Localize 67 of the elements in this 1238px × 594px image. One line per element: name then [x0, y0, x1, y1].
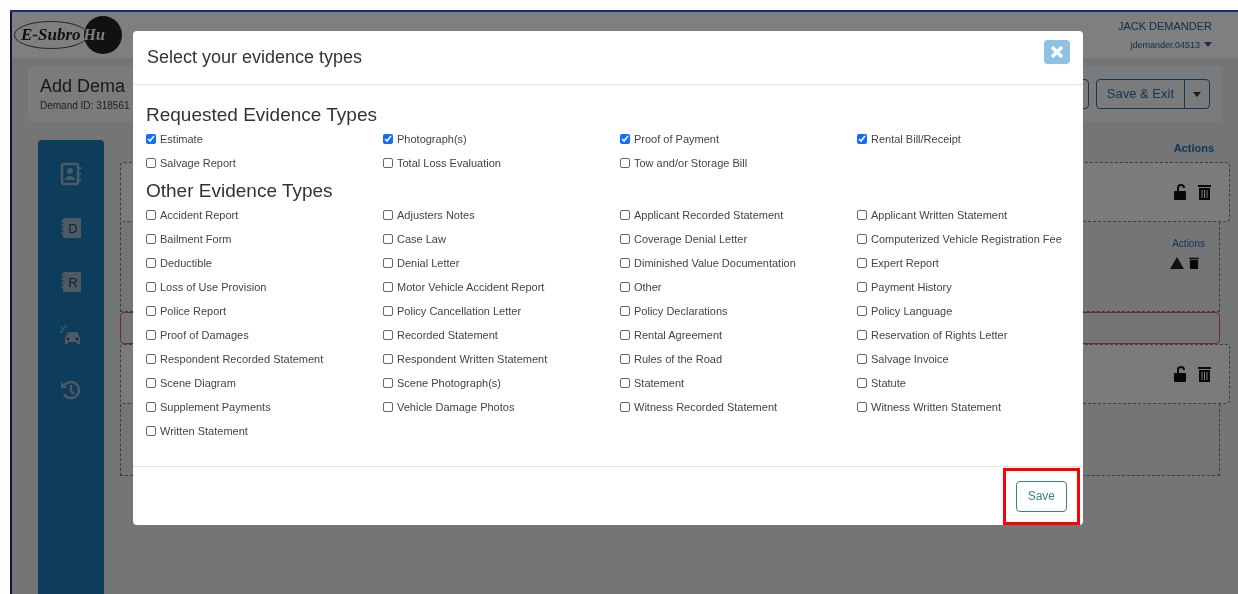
- unlock-icon[interactable]: [1174, 184, 1188, 200]
- evidence-checkbox[interactable]: Rental Bill/Receipt: [857, 127, 1094, 151]
- evidence-checkbox[interactable]: Deductible: [146, 251, 383, 275]
- evidence-checkbox[interactable]: Loss of Use Provision: [146, 275, 383, 299]
- page-title: Add Dema: [40, 75, 127, 98]
- evidence-checkbox[interactable]: Case Law: [383, 227, 620, 251]
- trash-icon[interactable]: [1198, 366, 1211, 382]
- evidence-checkbox[interactable]: Respondent Written Statement: [383, 347, 620, 371]
- evidence-checkbox[interactable]: Salvage Report: [146, 151, 383, 175]
- evidence-checkbox[interactable]: Denial Letter: [383, 251, 620, 275]
- evidence-checkbox[interactable]: Applicant Recorded Statement: [620, 203, 857, 227]
- caret-icon: [1193, 91, 1201, 97]
- evidence-checkbox[interactable]: Statute: [857, 371, 1094, 395]
- evidence-checkbox[interactable]: Scene Photograph(s): [383, 371, 620, 395]
- user-name: JACK DEMANDER: [1117, 19, 1212, 34]
- evidence-checkbox[interactable]: Scene Diagram: [146, 371, 383, 395]
- section-heading: Requested Evidence Types: [146, 103, 378, 127]
- evidence-checkbox[interactable]: Policy Cancellation Letter: [383, 299, 620, 323]
- checkmark-icon: [621, 135, 629, 143]
- unlock-icon[interactable]: [1174, 366, 1188, 382]
- evidence-checkbox[interactable]: Adjusters Notes: [383, 203, 620, 227]
- column-header: Actions: [1173, 141, 1214, 156]
- evidence-checkbox[interactable]: Police Report: [146, 299, 383, 323]
- user-menu[interactable]: jdemander.04513: [1130, 38, 1212, 52]
- evidence-checkbox[interactable]: Proof of Damages: [146, 323, 383, 347]
- evidence-checkbox[interactable]: Computerized Vehicle Registration Fee: [857, 227, 1094, 251]
- evidence-checkbox[interactable]: Motor Vehicle Accident Report: [383, 275, 620, 299]
- evidence-checkbox[interactable]: Salvage Invoice: [857, 347, 1094, 371]
- evidence-checkbox[interactable]: Diminished Value Documentation: [620, 251, 857, 275]
- evidence-checkbox[interactable]: Expert Report: [857, 251, 1094, 275]
- evidence-checkbox[interactable]: Policy Language: [857, 299, 1094, 323]
- evidence-checkbox[interactable]: Policy Declarations: [620, 299, 857, 323]
- save-button[interactable]: Save: [1015, 480, 1067, 512]
- trash-icon[interactable]: [1198, 184, 1211, 200]
- close-icon: [1050, 44, 1064, 59]
- evidence-checkbox[interactable]: Rules of the Road: [620, 347, 857, 371]
- evidence-checkbox[interactable]: Photograph(s): [383, 127, 620, 151]
- evidence-checkbox[interactable]: Rental Agreement: [620, 323, 857, 347]
- column-header: Actions: [1172, 237, 1205, 251]
- evidence-checkbox[interactable]: Tow and/or Storage Bill: [620, 151, 857, 175]
- checkmark-icon: [858, 135, 866, 143]
- evidence-checkbox[interactable]: Proof of Payment: [620, 127, 857, 151]
- demand-id: Demand ID: 318561: [40, 98, 130, 113]
- evidence-checkbox[interactable]: Supplement Payments: [146, 395, 383, 419]
- evidence-checkbox[interactable]: Coverage Denial Letter: [620, 227, 857, 251]
- trash-icon[interactable]: [1189, 257, 1199, 269]
- evidence-checkbox[interactable]: Estimate: [146, 127, 383, 151]
- evidence-checkbox[interactable]: Recorded Statement: [383, 323, 620, 347]
- caret-icon: [1204, 42, 1212, 49]
- evidence-checkbox[interactable]: Bailment Form: [146, 227, 383, 251]
- evidence-checkbox[interactable]: Statement: [620, 371, 857, 395]
- evidence-checkbox[interactable]: Written Statement: [146, 419, 383, 443]
- evidence-checkbox[interactable]: Vehicle Damage Photos: [383, 395, 620, 419]
- dialog-title: Select your evidence types: [147, 46, 363, 69]
- evidence-checkbox[interactable]: Accident Report: [146, 203, 383, 227]
- evidence-checkbox[interactable]: Total Loss Evaluation: [383, 151, 620, 175]
- evidence-checkbox[interactable]: Payment History: [857, 275, 1094, 299]
- checkmark-icon: [384, 135, 392, 143]
- warning-icon[interactable]: [1170, 257, 1184, 269]
- section-heading: Other Evidence Types: [146, 179, 334, 203]
- evidence-checkbox[interactable]: Other: [620, 275, 857, 299]
- evidence-checkbox[interactable]: Applicant Written Statement: [857, 203, 1094, 227]
- evidence-checkbox[interactable]: Witness Recorded Statement: [620, 395, 857, 419]
- checkmark-icon: [147, 135, 155, 143]
- evidence-checkbox[interactable]: Reservation of Rights Letter: [857, 323, 1094, 347]
- evidence-checkbox[interactable]: Respondent Recorded Statement: [146, 347, 383, 371]
- evidence-checkbox[interactable]: Witness Written Statement: [857, 395, 1094, 419]
